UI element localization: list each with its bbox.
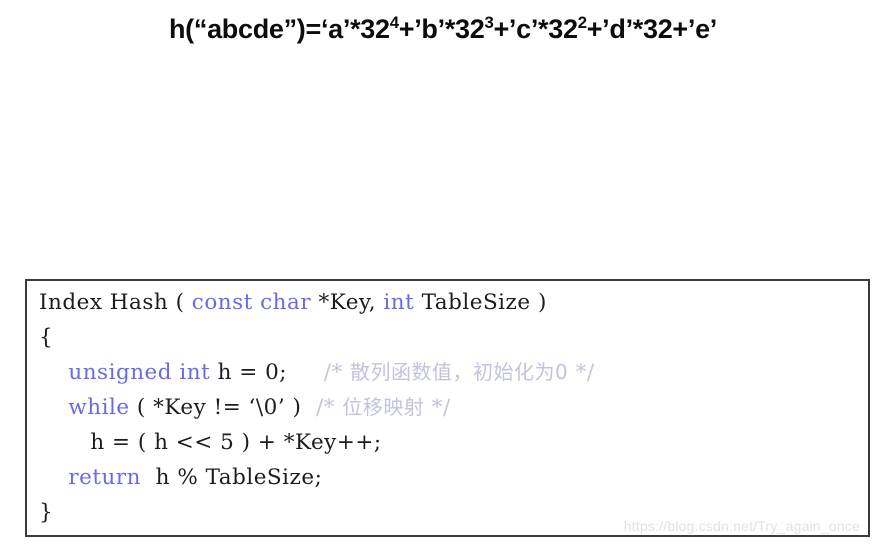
code-token-signature-4: TableSize )	[414, 290, 547, 315]
formula-expression: h(“abcde”)=‘a’*324+’b’*323+’c’*322+’d’*3…	[169, 14, 717, 44]
code-line-signature: Index Hash ( const char *Key, int TableS…	[39, 285, 595, 320]
code-token-while-loop-3: /*	[316, 395, 343, 420]
code-token-while-loop-4: 位移映射	[342, 395, 425, 419]
code-token-signature-0: Index Hash (	[39, 290, 192, 315]
formula-term-3: +’d’*32+’e’	[586, 14, 718, 44]
formula-term-0: h(“abcde”)=‘a’*32	[168, 14, 390, 44]
code-token-signature-2: *Key,	[311, 290, 384, 315]
code-token-signature-1: const char	[191, 290, 312, 315]
code-token-while-loop-2: ( *Key != ‘\0’ )	[129, 395, 317, 420]
formula-exponent-2: 2	[577, 13, 587, 32]
code-block-container: Index Hash ( const char *Key, int TableS…	[25, 279, 870, 537]
code-listing: Index Hash ( const char *Key, int TableS…	[39, 285, 595, 530]
formula-term-1: +’b’*32	[398, 14, 485, 44]
code-line-return-stmt: return h % TableSize;	[39, 460, 595, 495]
code-token-declare-h-2: h = 0;	[210, 360, 324, 385]
formula-exponent-0: 4	[389, 13, 399, 32]
code-token-declare-h-1: unsigned int	[68, 360, 211, 385]
code-token-while-loop-1: while	[68, 395, 130, 420]
code-token-return-stmt-2: h % TableSize;	[140, 465, 323, 490]
code-line-shift-add: h = ( h << 5 ) + *Key++;	[39, 425, 595, 460]
code-line-while-loop: while ( *Key != ‘\0’ ) /* 位移映射 */	[39, 390, 595, 425]
code-token-declare-h-4: 散列函数值，初始化为0	[350, 360, 569, 384]
hash-formula-heading: h(“abcde”)=‘a’*324+’b’*323+’c’*322+’d’*3…	[0, 14, 886, 45]
code-line-open-brace: {	[39, 320, 595, 355]
code-token-return-stmt-1: return	[68, 465, 141, 490]
csdn-watermark: https://blog.csdn.net/Try_again_once	[623, 518, 860, 534]
code-token-declare-h-0	[39, 360, 68, 385]
code-token-shift-add-0: h = ( h << 5 ) + *Key++;	[39, 430, 382, 455]
formula-term-2: +’c’*32	[493, 14, 578, 44]
code-token-while-loop-5: */	[424, 395, 451, 420]
code-line-close-brace: }	[39, 495, 595, 530]
code-token-signature-3: int	[383, 290, 415, 315]
code-token-declare-h-3: /*	[323, 360, 351, 385]
code-token-while-loop-0	[39, 395, 68, 420]
code-token-return-stmt-0	[39, 465, 68, 490]
code-line-declare-h: unsigned int h = 0; /* 散列函数值，初始化为0 */	[39, 355, 595, 390]
code-token-declare-h-5: */	[568, 360, 595, 385]
code-token-open-brace-0: {	[39, 325, 54, 350]
code-token-close-brace-0: }	[39, 500, 54, 525]
